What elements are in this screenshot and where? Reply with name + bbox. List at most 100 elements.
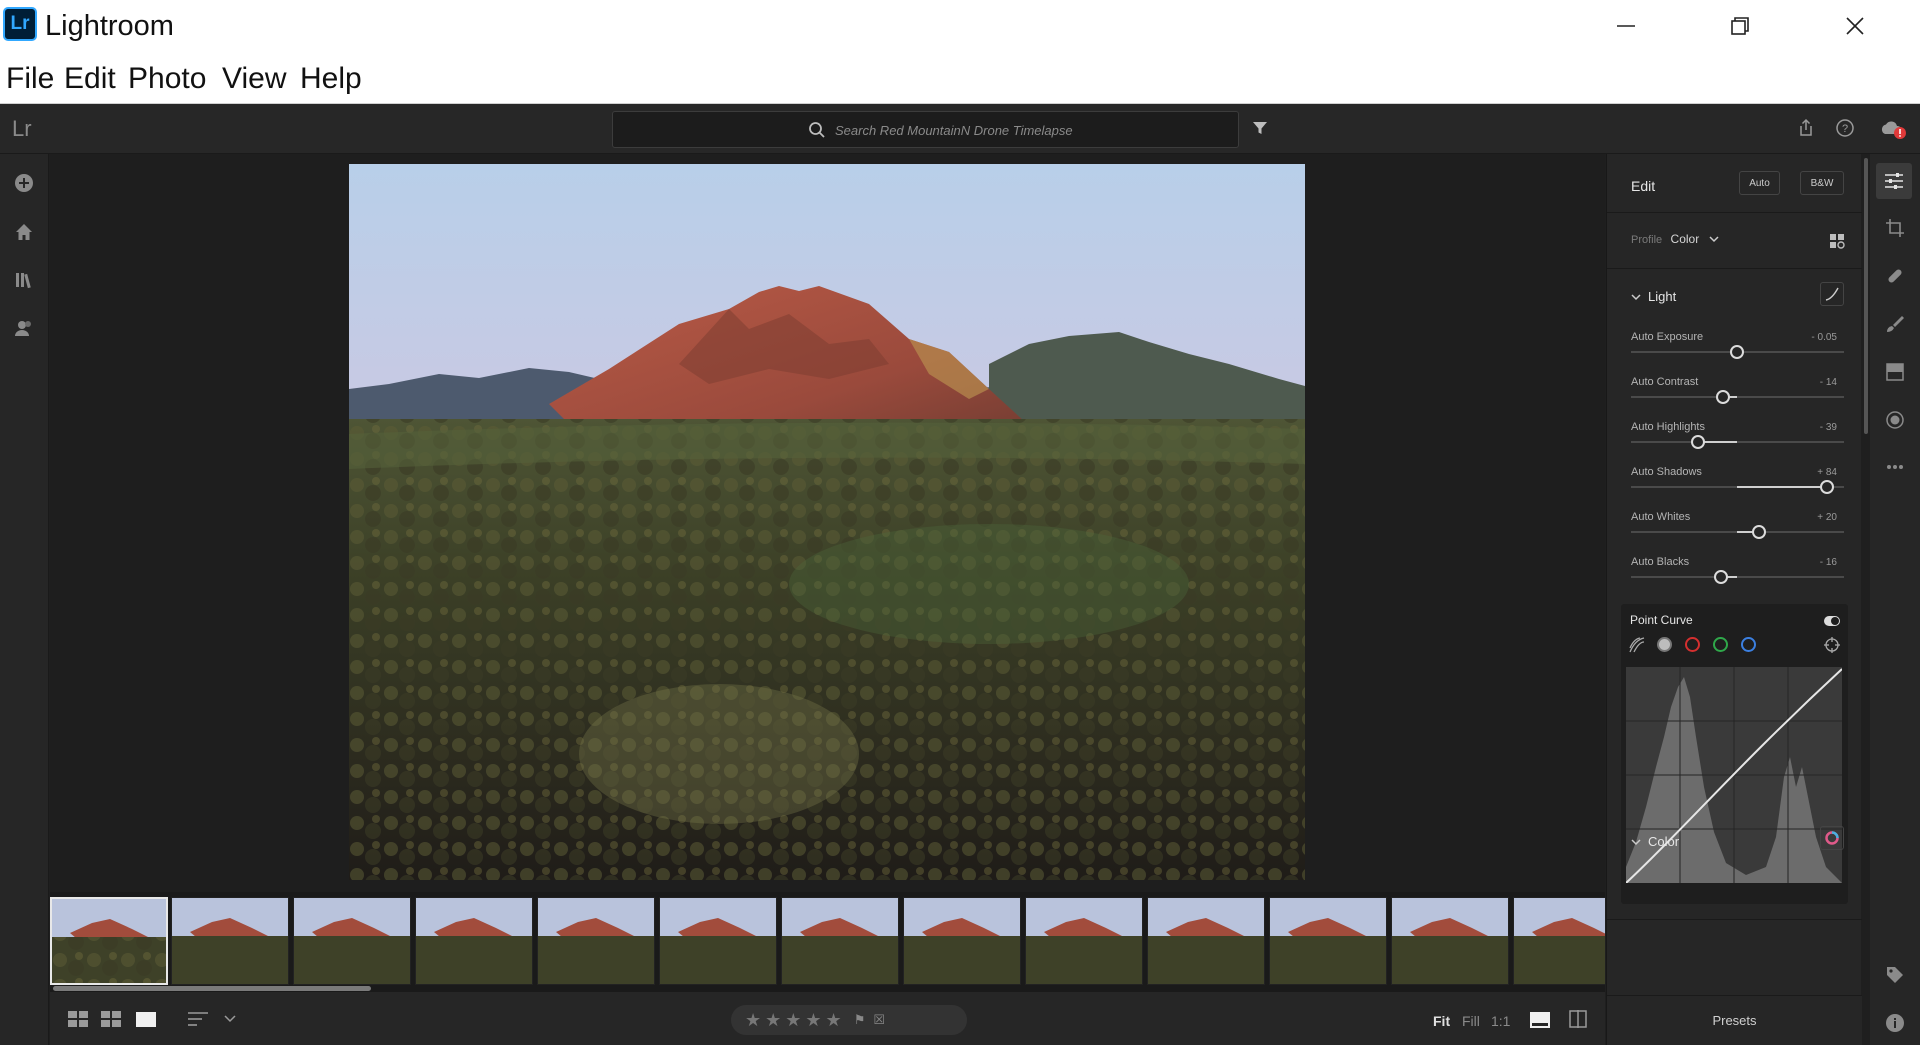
people-icon <box>15 321 31 336</box>
detail-view-icon[interactable] <box>136 1012 156 1027</box>
restore-button[interactable] <box>1711 0 1769 52</box>
sort-icon[interactable] <box>188 1011 210 1027</box>
zoom-1to1-option[interactable]: 1:1 <box>1491 1013 1510 1029</box>
compare-view-icon[interactable] <box>1569 1010 1587 1028</box>
auto-blacks-value[interactable]: - 16 <box>1820 557 1837 568</box>
auto-exposure-slider[interactable] <box>1631 345 1844 359</box>
filmstrip-thumbnail[interactable] <box>903 897 1021 985</box>
brush-tool-button[interactable] <box>1884 313 1906 335</box>
auto-whites-slider[interactable] <box>1631 525 1844 539</box>
filmstrip-thumbnail[interactable] <box>537 897 655 985</box>
filmstrip-thumbnail[interactable] <box>781 897 899 985</box>
red-channel-button[interactable] <box>1685 637 1700 652</box>
filter-icon[interactable] <box>1252 120 1268 136</box>
bw-button[interactable]: B&W <box>1800 171 1844 195</box>
filmstrip-thumbnail[interactable] <box>1513 897 1605 985</box>
menu-file[interactable]: File <box>6 62 54 96</box>
star-rating[interactable]: ★★★★★ <box>745 1010 846 1031</box>
panel-scrollbar[interactable] <box>1862 154 1870 1045</box>
search-input[interactable]: Search Red MountainN Drone Timelapse <box>612 111 1239 148</box>
filmstrip-thumbnail[interactable] <box>659 897 777 985</box>
filmstrip-thumbnail[interactable] <box>1025 897 1143 985</box>
filmstrip-thumbnail[interactable] <box>50 897 168 985</box>
light-section-header[interactable]: Light <box>1631 289 1676 304</box>
more-tools-button[interactable] <box>1884 456 1906 478</box>
filmstrip-thumbnail[interactable] <box>415 897 533 985</box>
square-grid-view-icon[interactable] <box>68 1011 88 1027</box>
target-adjust-icon[interactable] <box>1824 637 1840 653</box>
auto-highlights-slider[interactable] <box>1631 435 1844 449</box>
share-icon[interactable] <box>1797 118 1815 138</box>
auto-shadows-slider[interactable] <box>1631 480 1844 494</box>
menu-help[interactable]: Help <box>300 62 362 96</box>
filmstrip <box>50 892 1605 992</box>
help-icon[interactable]: ? <box>1835 118 1855 138</box>
scrollbar-thumb[interactable] <box>1864 158 1868 434</box>
zoom-fill-option[interactable]: Fill <box>1462 1013 1480 1029</box>
window-title: Lightroom <box>45 10 174 42</box>
color-mixer-button[interactable] <box>1820 826 1844 850</box>
add-circle-icon <box>15 174 33 192</box>
slider-knob[interactable] <box>1714 570 1728 584</box>
zoom-fit-option[interactable]: Fit <box>1433 1013 1450 1029</box>
reject-flag-icon[interactable]: ☒ <box>873 1012 885 1028</box>
slider-knob[interactable] <box>1820 480 1834 494</box>
tone-curve-button[interactable] <box>1820 282 1844 306</box>
auto-exposure-value[interactable]: - 0.05 <box>1811 332 1837 343</box>
pick-flag-icon[interactable]: ⚑ <box>854 1012 866 1028</box>
home-button[interactable] <box>12 220 36 244</box>
edit-tool-button[interactable] <box>1876 163 1912 199</box>
filmstrip-thumbnail[interactable] <box>171 897 289 985</box>
filmstrip-toggle-icon[interactable] <box>1530 1012 1550 1028</box>
linear-gradient-tool-button[interactable] <box>1884 361 1906 383</box>
menu-view[interactable]: View <box>222 62 286 96</box>
auto-button[interactable]: Auto <box>1739 171 1780 195</box>
info-icon <box>1886 1014 1904 1032</box>
menu-edit[interactable]: Edit <box>64 62 116 96</box>
parametric-curve-icon[interactable] <box>1629 637 1645 653</box>
green-channel-button[interactable] <box>1713 637 1728 652</box>
filmstrip-thumbnail[interactable] <box>1269 897 1387 985</box>
crop-tool-button[interactable] <box>1884 217 1906 239</box>
auto-shadows-value[interactable]: + 84 <box>1817 467 1837 478</box>
slider-knob[interactable] <box>1730 345 1744 359</box>
filmstrip-scrollbar[interactable] <box>53 986 371 991</box>
radial-gradient-tool-button[interactable] <box>1884 409 1906 431</box>
close-button[interactable] <box>1826 0 1884 52</box>
healing-tool-button[interactable] <box>1884 265 1906 287</box>
library-button[interactable] <box>12 268 36 292</box>
thumbnail-image <box>538 898 654 984</box>
blue-channel-button[interactable] <box>1741 637 1756 652</box>
point-curve-toggle[interactable] <box>1824 616 1840 626</box>
presets-button[interactable]: Presets <box>1607 995 1862 1045</box>
menu-photo[interactable]: Photo <box>128 62 206 96</box>
info-button[interactable] <box>1884 1012 1906 1034</box>
profile-browser-icon[interactable] <box>1829 233 1845 249</box>
profile-selector[interactable]: Profile Color <box>1631 232 1719 246</box>
people-button[interactable] <box>12 316 36 340</box>
slider-knob[interactable] <box>1716 390 1730 404</box>
tag-icon <box>1887 967 1903 983</box>
auto-whites-value[interactable]: + 20 <box>1817 512 1837 523</box>
color-section-header[interactable]: Color <box>1631 834 1679 849</box>
cloud-sync-alert-icon[interactable] <box>1880 118 1908 140</box>
auto-highlights-value[interactable]: - 39 <box>1820 422 1837 433</box>
filmstrip-thumbnail[interactable] <box>1391 897 1509 985</box>
rgb-channel-button[interactable] <box>1657 637 1672 652</box>
auto-blacks-slider[interactable] <box>1631 570 1844 584</box>
slider-knob[interactable] <box>1691 435 1705 449</box>
auto-contrast-value[interactable]: - 14 <box>1820 377 1837 388</box>
slider-knob[interactable] <box>1752 525 1766 539</box>
filmstrip-thumbnail[interactable] <box>293 897 411 985</box>
add-photos-button[interactable] <box>12 171 36 195</box>
keywords-button[interactable] <box>1884 964 1906 986</box>
main-photo[interactable] <box>349 164 1305 880</box>
minimize-button[interactable] <box>1597 0 1655 52</box>
auto-contrast-slider[interactable] <box>1631 390 1844 404</box>
filmstrip-thumbnail[interactable] <box>1147 897 1265 985</box>
lightroom-app: Lr Search Red MountainN Drone Timelapse … <box>0 104 1920 1045</box>
sliders-icon <box>1885 173 1903 189</box>
chevron-down-icon[interactable] <box>224 1015 236 1023</box>
tone-curve-graph[interactable] <box>1626 667 1842 883</box>
photo-grid-view-icon[interactable] <box>101 1011 121 1027</box>
